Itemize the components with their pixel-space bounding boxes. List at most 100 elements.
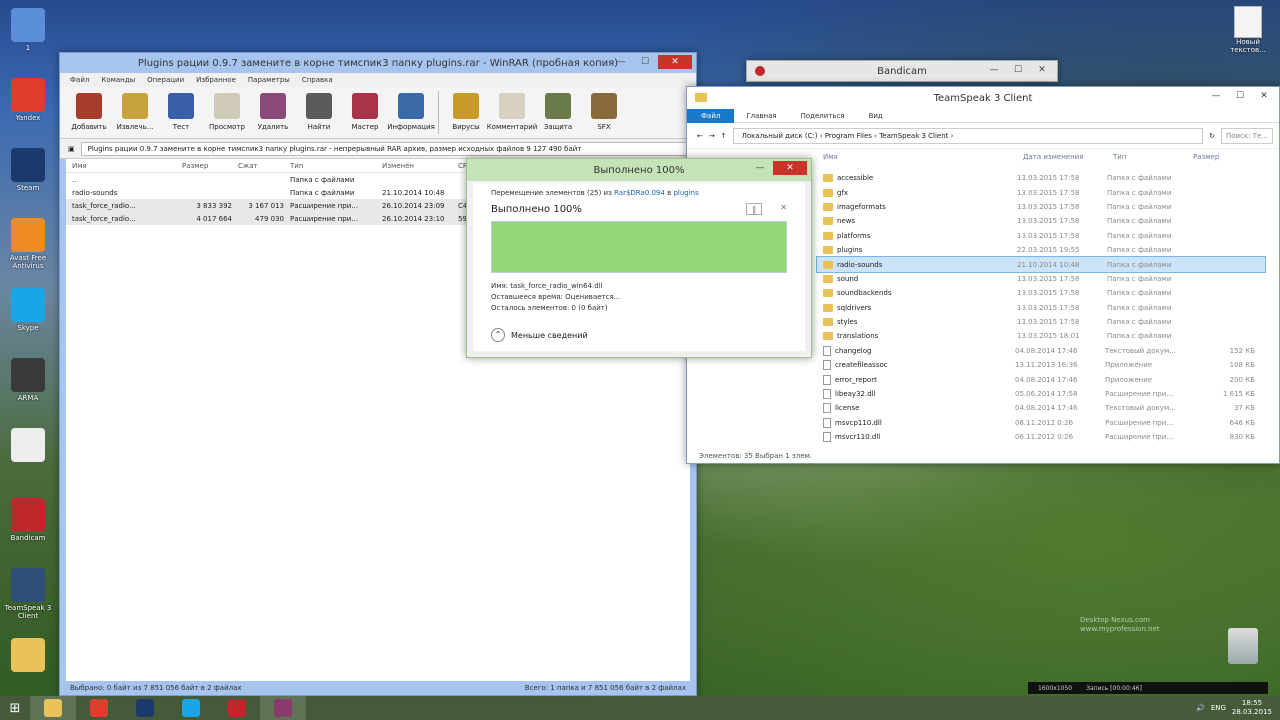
column-header[interactable]: Размер — [176, 162, 232, 170]
cancel-icon[interactable]: ✕ — [780, 203, 787, 215]
view-button[interactable]: Просмотр — [204, 89, 250, 136]
desktop-icon[interactable]: TeamSpeak 3 Client — [4, 564, 52, 634]
list-item[interactable]: license 04.08.2014 17:46 Текстовый докум..… — [817, 401, 1265, 415]
breadcrumb-item[interactable]: Program Files — [825, 132, 872, 140]
back-arrow-icon[interactable]: ← — [697, 132, 703, 140]
menu-item[interactable]: Избранное — [196, 76, 236, 84]
language-indicator[interactable]: ENG — [1211, 704, 1226, 712]
volume-icon[interactable]: 🔊 — [1196, 704, 1205, 712]
maximize-button[interactable]: ☐ — [634, 55, 656, 69]
list-item[interactable]: soundbackends 13.03.2015 17:58 Папка с фай… — [817, 286, 1265, 300]
menu-item[interactable]: Параметры — [248, 76, 290, 84]
column-header[interactable]: Тип — [1107, 153, 1187, 167]
column-header[interactable]: Размер — [1187, 153, 1257, 167]
maximize-button[interactable]: ☐ — [1229, 89, 1251, 103]
destination-link[interactable]: plugins — [673, 189, 698, 197]
menu-item[interactable]: Команды — [101, 76, 135, 84]
pause-icon[interactable]: ‖ — [746, 203, 763, 215]
add-button[interactable]: Добавить — [66, 89, 112, 136]
forward-arrow-icon[interactable]: → — [709, 132, 715, 140]
minimize-button[interactable]: — — [610, 55, 632, 69]
explorer-titlebar[interactable]: TeamSpeak 3 Client — ☐ ✕ — [687, 87, 1279, 109]
ribbon-tab[interactable]: Поделиться — [789, 112, 857, 120]
winrar-titlebar[interactable]: Plugins рации 0.9.7 замените в корне тим… — [60, 53, 696, 73]
close-button[interactable]: ✕ — [658, 55, 692, 69]
comment-button[interactable]: Комментарий — [487, 89, 537, 136]
column-header[interactable]: Тип — [284, 162, 376, 170]
desktop-icon[interactable] — [4, 424, 52, 494]
taskbar-app[interactable] — [260, 696, 306, 720]
minimize-button[interactable]: — — [1205, 89, 1227, 103]
search-input[interactable]: Поиск: Те... — [1221, 127, 1273, 144]
menu-item[interactable]: Операции — [147, 76, 184, 84]
close-button[interactable]: ✕ — [773, 161, 807, 175]
list-item[interactable]: platforms 13.03.2015 17:58 Папка с файлами — [817, 229, 1265, 243]
maximize-button[interactable]: ☐ — [1007, 63, 1029, 77]
taskbar-app[interactable] — [30, 696, 76, 720]
less-details-button[interactable]: ⌃ Меньше сведений — [491, 328, 787, 342]
taskbar-app[interactable] — [168, 696, 214, 720]
desktop-icon[interactable]: ARMA — [4, 354, 52, 424]
list-item[interactable]: error_report 04.08.2014 17:46 Приложение 20… — [817, 372, 1265, 386]
clock[interactable]: 18:55 28.03.2015 — [1232, 699, 1272, 717]
list-item[interactable]: accessible 13.03.2015 17:58 Папка с файлам… — [817, 171, 1265, 185]
up-folder-icon[interactable]: ▣ — [68, 145, 75, 153]
source-link[interactable]: Rar$DRa0.094 — [614, 189, 665, 197]
column-header[interactable]: Изменён — [376, 162, 452, 170]
start-button[interactable]: ⊞ — [0, 696, 30, 720]
list-item[interactable]: radio-sounds 21.10.2014 10:48 Папка с файл… — [816, 256, 1266, 273]
protect-button[interactable]: Защита — [535, 89, 581, 136]
close-button[interactable]: ✕ — [1253, 89, 1275, 103]
desktop-icon[interactable]: Bandicam — [4, 494, 52, 564]
list-item[interactable]: imageformats 13.03.2015 17:58 Папка с файл… — [817, 200, 1265, 214]
minimize-button[interactable]: — — [983, 63, 1005, 77]
find-button[interactable]: Найти — [296, 89, 342, 136]
test-button[interactable]: Тест — [158, 89, 204, 136]
list-item[interactable]: styles 13.03.2015 17:58 Папка с файлами — [817, 315, 1265, 329]
list-item[interactable]: createfileassoc 13.11.2013 16:36 Приложени… — [817, 358, 1265, 372]
desktop-icon[interactable]: Avast Free Antivirus — [4, 214, 52, 284]
list-item[interactable]: gfx 13.03.2015 17:58 Папка с файлами — [817, 185, 1265, 199]
progress-titlebar[interactable]: Выполнено 100% — ✕ — [467, 159, 811, 181]
menu-item[interactable]: Файл — [70, 76, 89, 84]
menu-item[interactable]: Справка — [302, 76, 333, 84]
close-button[interactable]: ✕ — [1031, 63, 1053, 77]
minimize-button[interactable]: — — [749, 161, 771, 175]
extract-button[interactable]: Извлечь... — [112, 89, 158, 136]
address-bar[interactable]: Локальный диск (C:) › Program Files › Te… — [732, 127, 1204, 144]
info-button[interactable]: Информация — [387, 89, 435, 136]
column-header[interactable]: Имя — [66, 162, 176, 170]
list-item[interactable]: news 13.03.2015 17:58 Папка с файлами — [817, 214, 1265, 228]
column-header[interactable]: Имя — [817, 153, 1017, 167]
desktop-new-text-file[interactable]: Новый текстов... — [1228, 6, 1268, 54]
breadcrumb-item[interactable]: TeamSpeak 3 Client — [879, 132, 948, 140]
desktop-icon[interactable]: Steam — [4, 144, 52, 214]
list-item[interactable]: sound 13.03.2015 17:58 Папка с файлами — [817, 272, 1265, 286]
taskbar-app[interactable] — [122, 696, 168, 720]
desktop-icon[interactable]: Skype — [4, 284, 52, 354]
recycle-bin-icon[interactable] — [1228, 628, 1258, 664]
list-item[interactable]: msvcr110.dll 06.11.2012 0:26 Расширение пр… — [817, 430, 1265, 444]
refresh-icon[interactable]: ↻ — [1209, 132, 1215, 140]
desktop-icon[interactable]: Yandex — [4, 74, 52, 144]
desktop-icon[interactable]: 1 — [4, 4, 52, 74]
ribbon-tab[interactable]: Главная — [734, 112, 788, 120]
wizard-button[interactable]: Мастер — [342, 89, 388, 136]
sfx-button[interactable]: SFX — [581, 89, 627, 136]
taskbar-app[interactable] — [76, 696, 122, 720]
list-item[interactable]: libeay32.dll 05.06.2014 17:58 Расширение п… — [817, 387, 1265, 401]
list-item[interactable]: translations 13.03.2015 18:01 Папка с файл… — [817, 329, 1265, 343]
virus-scan-button[interactable]: Вирусы — [443, 89, 489, 136]
up-arrow-icon[interactable]: ↑ — [721, 132, 727, 140]
list-item[interactable]: plugins 22.03.2015 19:55 Папка с файлами — [817, 243, 1265, 257]
ribbon-tab[interactable]: Вид — [857, 112, 895, 120]
list-item[interactable]: msvcp110.dll 06.11.2012 0:26 Расширение пр… — [817, 416, 1265, 430]
list-item[interactable]: sqldrivers 13.03.2015 17:58 Папка с файлам… — [817, 301, 1265, 315]
ribbon-tab-file[interactable]: Файл — [687, 108, 735, 123]
bandicam-titlebar[interactable]: Bandicam — ☐ ✕ — [747, 61, 1057, 81]
desktop-icon[interactable] — [4, 634, 52, 704]
taskbar-app[interactable] — [214, 696, 260, 720]
column-header[interactable]: Дата изменения — [1017, 153, 1107, 167]
delete-button[interactable]: Удалить — [250, 89, 296, 136]
list-item[interactable]: changelog 04.08.2014 17:46 Текстовый докум… — [817, 344, 1265, 358]
